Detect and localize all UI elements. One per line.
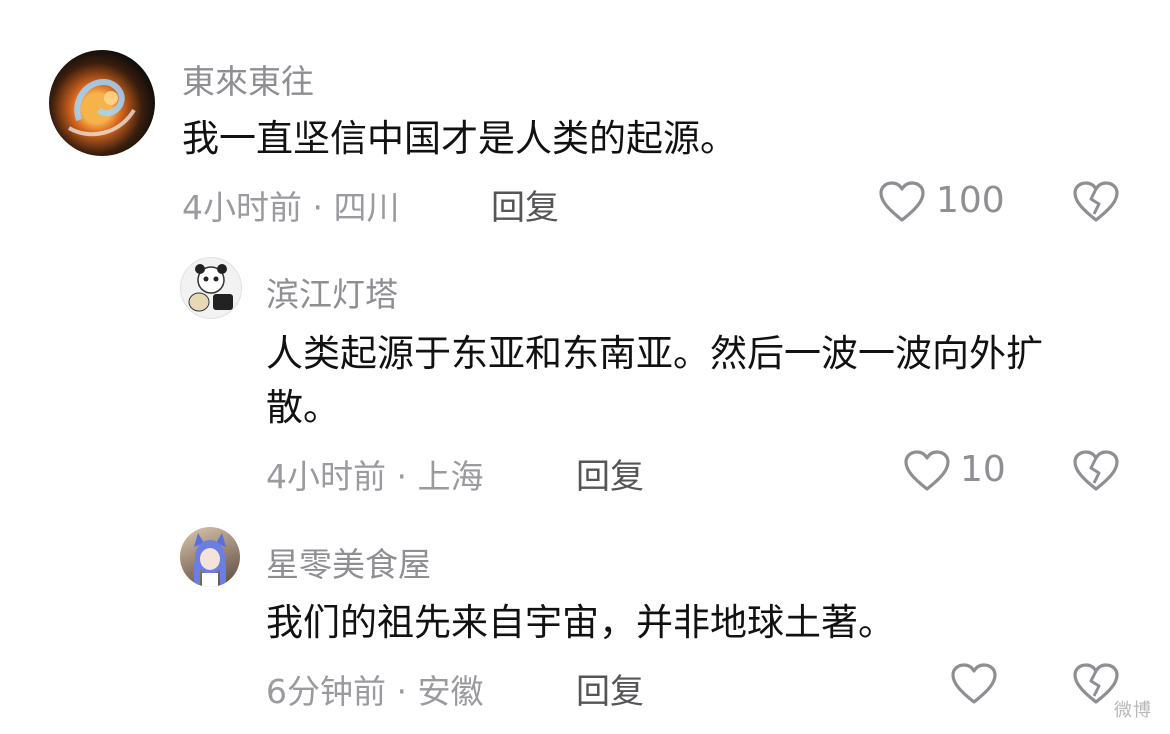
username[interactable]: 星零美食屋 xyxy=(266,538,431,586)
avatar[interactable] xyxy=(49,50,155,156)
timestamp-location: 6分钟前 · 安徽 xyxy=(266,672,484,711)
username[interactable]: 滨江灯塔 xyxy=(266,268,398,316)
watermark: 微博 xyxy=(1114,700,1152,721)
avatar[interactable] xyxy=(180,257,242,319)
heart-outline-icon[interactable] xyxy=(950,662,998,706)
timestamp-location: 4小时前 · 上海 xyxy=(266,457,484,496)
reply-comment-item: 星零美食屋 我们的祖先来自宇宙，并非地球土著。 6分钟前 · 安徽 回复 xyxy=(0,510,1170,734)
reply-button[interactable]: 回复 xyxy=(576,664,644,713)
timestamp-location: 4小时前 · 四川 xyxy=(182,188,400,227)
comment-text: 人类起源于东亚和东南亚。然后一波一波向外扩散。 xyxy=(266,332,1043,429)
like-count: 10 xyxy=(960,449,1006,490)
panda-avatar-icon xyxy=(188,264,233,312)
username[interactable]: 東來東往 xyxy=(182,55,314,103)
reply-comment-item: 滨江灯塔 人类起源于东亚和东南亚。然后一波一波向外扩散。 4小时前 · 上海 回… xyxy=(0,240,1170,510)
broken-heart-icon[interactable] xyxy=(1072,449,1120,493)
heart-outline-icon[interactable] xyxy=(903,449,951,493)
reply-button[interactable]: 回复 xyxy=(576,449,644,498)
comment-item: 東來東往 我一直坚信中国才是人类的起源。 4小时前 · 四川 回复 100 xyxy=(0,0,1170,240)
avatar-art-icon xyxy=(67,79,136,137)
comment-text: 我们的祖先来自宇宙，并非地球土著。 xyxy=(266,601,895,644)
heart-outline-icon[interactable] xyxy=(878,180,926,224)
broken-heart-icon[interactable] xyxy=(1072,180,1120,224)
avatar[interactable] xyxy=(180,527,240,587)
reply-button[interactable]: 回复 xyxy=(491,180,559,229)
broken-heart-icon[interactable] xyxy=(1072,662,1120,706)
like-count: 100 xyxy=(936,180,1005,221)
comment-text: 我一直坚信中国才是人类的起源。 xyxy=(182,117,737,160)
girl-avatar-icon xyxy=(194,533,226,587)
